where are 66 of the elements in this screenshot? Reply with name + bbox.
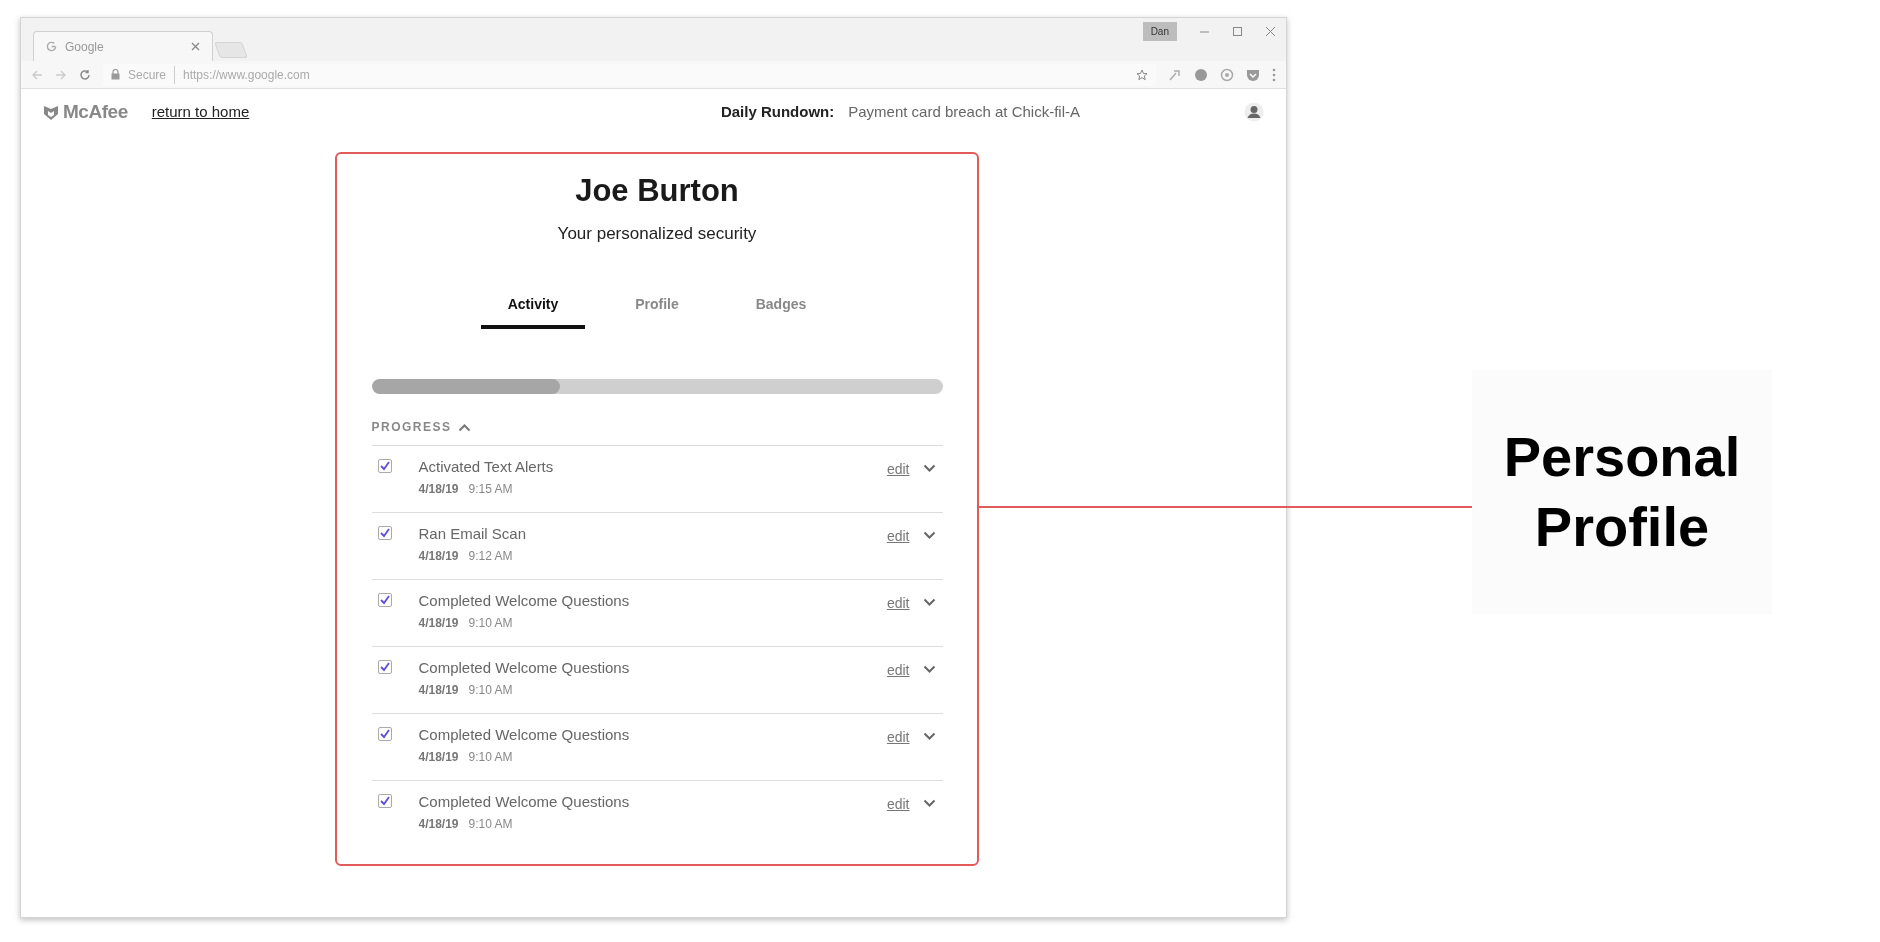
edit-link[interactable]: edit (886, 526, 910, 547)
edit-link[interactable]: edit (886, 727, 910, 748)
activity-title: Completed Welcome Questions (418, 726, 631, 744)
checkbox[interactable] (377, 727, 392, 741)
chevron-down-icon (923, 463, 936, 473)
rundown-headline: Payment card breach at Chick-fil-A (848, 101, 1080, 122)
activity-time: 9:10 AM (468, 682, 513, 699)
activity-date: 4/18/19 (418, 481, 459, 498)
close-icon[interactable] (1265, 25, 1276, 37)
activity-date: 4/18/19 (418, 816, 459, 833)
maximize-icon[interactable] (1232, 25, 1243, 37)
activity-title: Completed Welcome Questions (418, 793, 631, 811)
progress-label: PROGRESS (371, 419, 452, 436)
activity-date: 4/18/19 (418, 749, 459, 766)
activity-date: 4/18/19 (418, 548, 459, 565)
reload-icon[interactable] (79, 68, 91, 81)
activity-title: Ran Email Scan (418, 525, 528, 543)
activity-title: Completed Welcome Questions (418, 592, 631, 610)
edit-link[interactable]: edit (886, 660, 910, 681)
chevron-down-icon (923, 530, 936, 540)
checkbox[interactable] (377, 593, 392, 607)
activity-title: Activated Text Alerts (418, 458, 555, 476)
activity-title: Completed Welcome Questions (418, 659, 631, 677)
handwritten-note: Profile (1534, 499, 1710, 555)
google-g-icon (46, 41, 57, 52)
user-avatar-icon[interactable] (1244, 102, 1264, 122)
activity-time: 9:10 AM (468, 615, 513, 632)
chevron-up-icon (458, 422, 471, 432)
activity-time: 9:10 AM (468, 816, 513, 833)
browser-tab[interactable]: Google (33, 31, 213, 61)
edit-link[interactable]: edit (886, 794, 910, 815)
tab[interactable]: Badges (729, 294, 833, 329)
security-label: Secure (128, 65, 176, 84)
subtitle: Your personalized security (557, 222, 757, 245)
tab[interactable]: Activity (481, 294, 585, 329)
edit-link[interactable]: edit (886, 593, 910, 614)
url-text: https://www.google.com (183, 66, 311, 84)
menu-icon[interactable] (1272, 67, 1276, 82)
shield-logo-icon (43, 103, 59, 121)
edit-link[interactable]: edit (886, 459, 910, 480)
checkbox[interactable] (377, 660, 392, 674)
activity-time: 9:12 AM (468, 548, 513, 565)
activity-date: 4/18/19 (418, 682, 459, 699)
profile-badge[interactable]: Dan (1142, 21, 1177, 41)
close-icon[interactable] (191, 42, 200, 51)
checkbox[interactable] (377, 526, 392, 540)
chevron-down-icon (923, 731, 936, 741)
return-home-link[interactable]: return to home (151, 100, 250, 124)
rundown-label: Daily Rundown: (720, 101, 835, 122)
chevron-down-icon (923, 664, 936, 674)
user-name: Joe Burton (575, 172, 739, 210)
lock-icon (111, 69, 120, 80)
handwritten-note: Personal (1503, 429, 1741, 485)
star-icon[interactable] (1136, 68, 1148, 81)
chevron-down-icon (923, 798, 936, 808)
tab[interactable]: Profile (605, 294, 709, 329)
checkbox[interactable] (377, 794, 392, 808)
chevron-down-icon (923, 597, 936, 607)
checkbox[interactable] (377, 459, 392, 473)
activity-time: 9:15 AM (468, 481, 513, 498)
brand-logo: McAfee (63, 99, 128, 124)
pocket-icon[interactable] (1246, 67, 1260, 82)
activity-date: 4/18/19 (418, 615, 459, 632)
tab-title: Google (65, 38, 105, 56)
extension-icon[interactable] (1194, 67, 1208, 82)
activity-time: 9:10 AM (468, 749, 513, 766)
